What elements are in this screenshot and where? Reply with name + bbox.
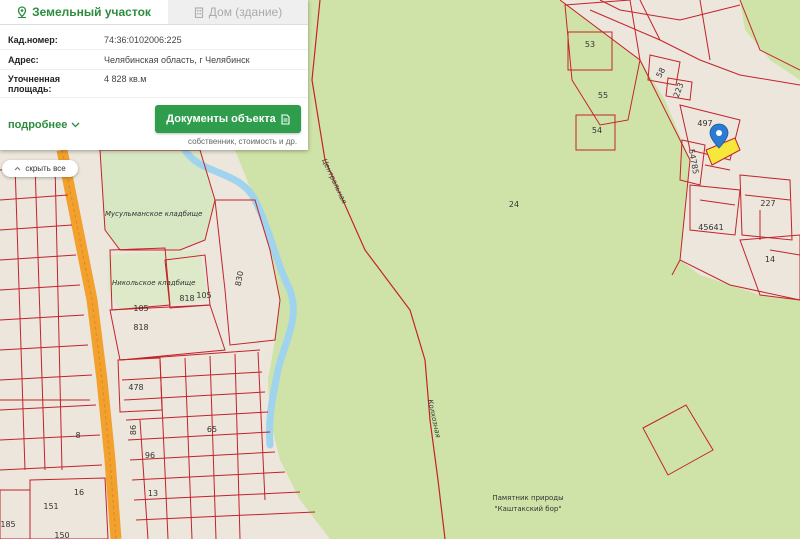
divider [0,69,308,70]
parcel-label: 227 [760,199,775,208]
chevron-down-icon [71,122,80,128]
parcel-label: 8 [75,431,80,440]
place-label: Мусульманское кладбище [105,210,202,218]
parcel-label: 151 [43,502,58,511]
area-value: 4 828 кв.м [104,74,147,84]
map-pin-icon [17,6,27,18]
parcel-label: 185 [0,520,15,529]
parcel-label: 818 [133,323,148,332]
divider [0,97,308,98]
tab-land-plot[interactable]: Земельный участок [0,0,168,24]
more-details-link[interactable]: подробнее [8,119,80,131]
cadastral-label: Кад.номер: [8,35,58,45]
tab-bar: Земельный участок Дом (здание) [0,0,308,25]
documents-button-label: Документы объекта [166,113,276,125]
parcel-label: 86 [129,425,138,435]
more-details-label: подробнее [8,119,68,131]
parcel-label: 16 [74,488,84,497]
parcel-label: 65 [207,425,217,434]
tab-building-label: Дом (здание) [208,5,283,19]
documents-button[interactable]: Документы объекта [155,105,301,133]
area-label-line2: площадь: [8,84,52,94]
parcel-label: 105 [133,304,148,313]
parcel-label: 14 [765,255,775,264]
hide-all-button[interactable]: скрыть все [2,160,78,177]
place-label: Никольское кладбище [112,279,195,287]
document-icon [281,113,290,125]
parcel-label: 96 [145,451,155,460]
area-label: Уточненная площадь: [8,74,98,94]
parcel-label: 818 [179,294,194,303]
parcel-label: 150 [54,531,69,539]
tab-building[interactable]: Дом (здание) [168,0,308,24]
tab-land-plot-label: Земельный участок [32,5,151,19]
parcel-label: 24 [509,200,519,209]
address-label: Адрес: [8,55,39,65]
chevron-up-icon [14,166,21,171]
object-info-panel: Земельный участок Дом (здание) Кад.номер… [0,0,308,150]
parcel-label: 497 [697,119,712,128]
cadastral-value: 74:36:0102006:225 [104,35,182,45]
divider [0,49,308,50]
address-value: Челябинская область, г Челябинск [104,55,250,65]
nature-monument-label: "Каштакский бор" [494,505,561,513]
parcel-label: 45641 [698,223,723,232]
area-label-line1: Уточненная [8,74,60,84]
parcel-label: 478 [128,383,143,392]
parcel-label: 105 [196,291,211,300]
nature-monument-label: Памятник природы [492,494,563,502]
parcel-label: 54 [592,126,602,135]
parcel-label: 53 [585,40,595,49]
parcel-label: 13 [148,489,158,498]
documents-note: собственник, стоимость и др. [188,137,298,146]
parcel-label: 55 [598,91,608,100]
hide-all-label: скрыть все [25,164,66,173]
building-icon [194,6,204,18]
